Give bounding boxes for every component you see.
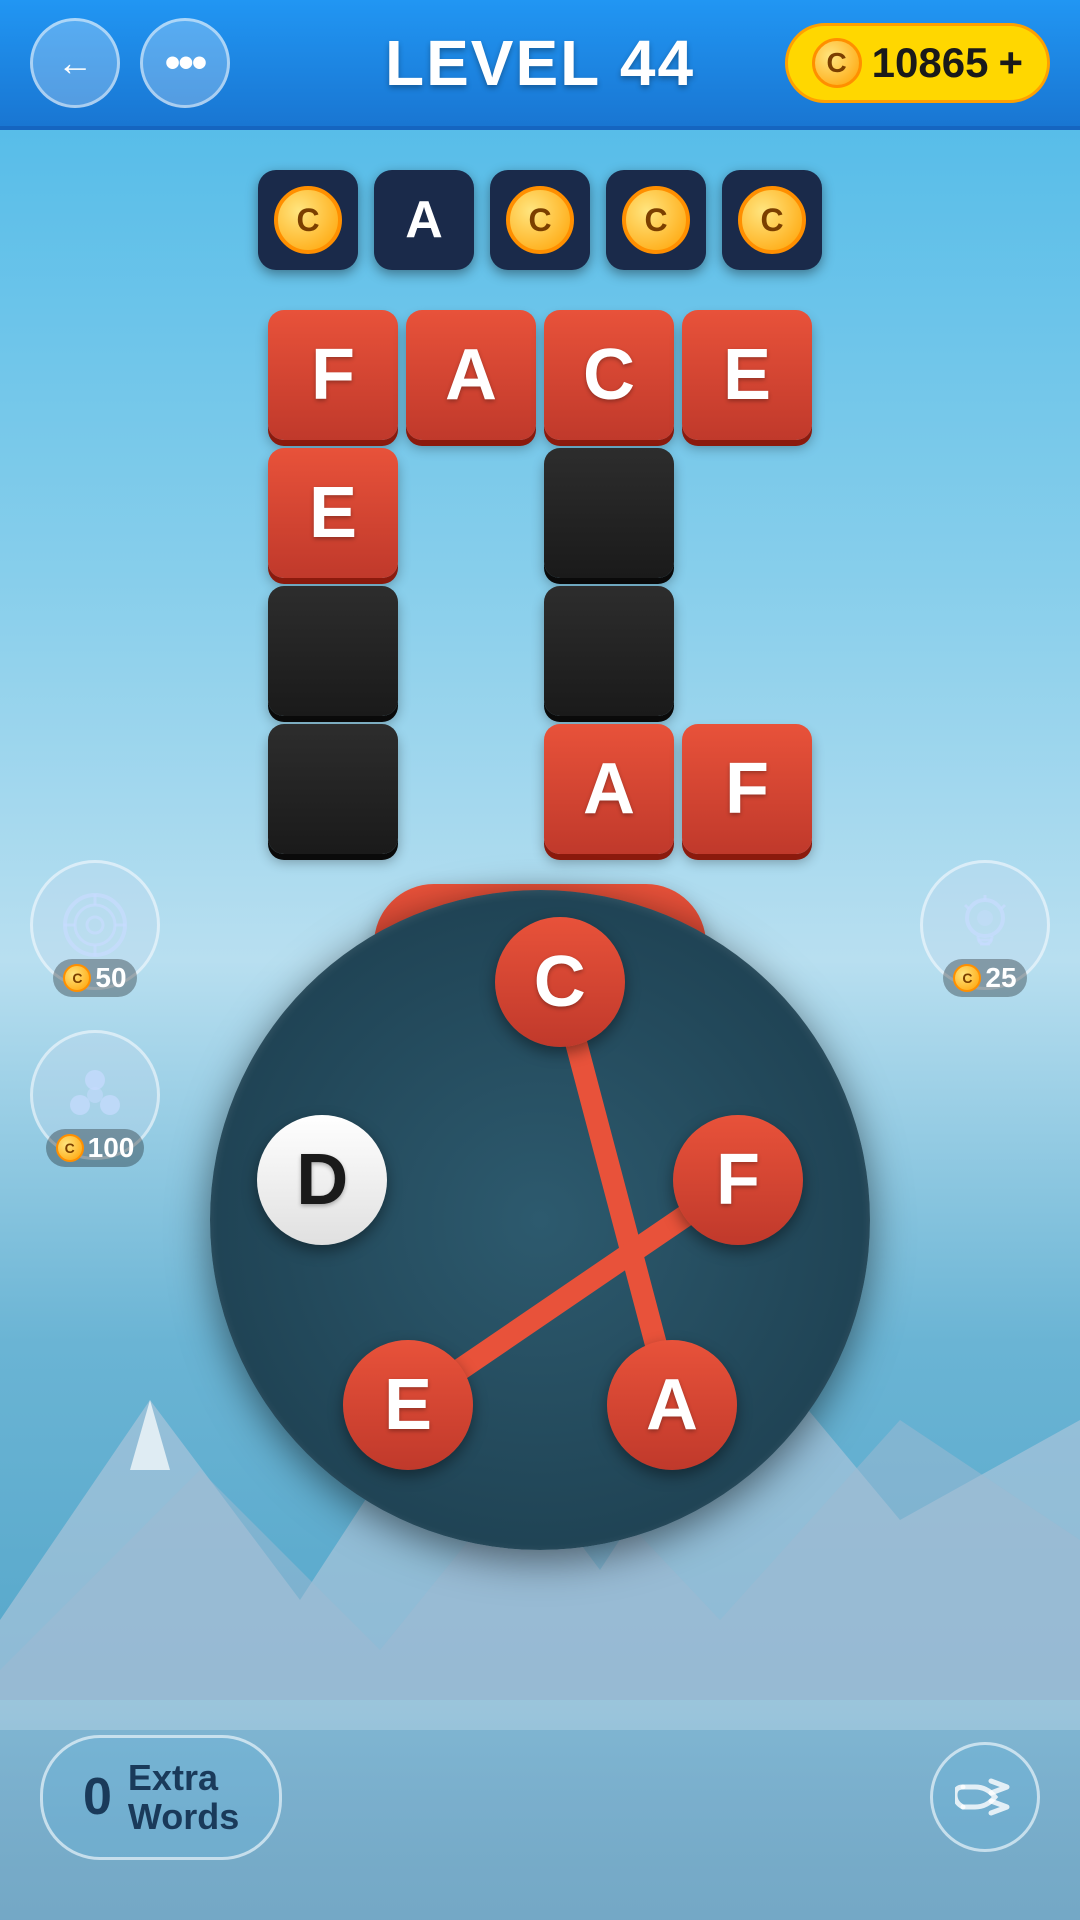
header: ← ••• LEVEL 44 C 10865 +	[0, 0, 1080, 130]
coin-icon: C	[812, 38, 862, 88]
header-left: ← •••	[30, 18, 230, 108]
target-cost: C 50	[53, 959, 136, 997]
letter-wheel: C F A E D	[210, 890, 870, 1550]
reward-tile-2: A	[374, 170, 474, 270]
menu-dots-icon: •••	[165, 38, 205, 88]
reward-coin-4: C	[738, 186, 806, 254]
cluster-coin-icon: C	[56, 1134, 84, 1162]
wheel-circle: C F A E D	[210, 890, 870, 1550]
target-icon	[60, 890, 130, 960]
bulb-cost: C 25	[943, 959, 1026, 997]
extra-words-button[interactable]: 0 ExtraWords	[40, 1735, 282, 1860]
reward-section: C A C C C	[0, 130, 1080, 290]
target-powerup-button[interactable]: C 50	[30, 860, 160, 990]
powerup-left: C 50 C 100	[30, 860, 160, 1160]
cell-3-1	[406, 724, 536, 854]
reward-tile-3: C	[490, 170, 590, 270]
cluster-cost: C 100	[46, 1129, 145, 1167]
cell-1-1	[406, 448, 536, 578]
cell-2-1	[406, 586, 536, 716]
reward-tile-4: C	[606, 170, 706, 270]
letter-node-c[interactable]: C	[495, 917, 625, 1047]
back-button[interactable]: ←	[30, 18, 120, 108]
cell-1-2	[544, 448, 674, 578]
cell-2-2	[544, 586, 674, 716]
coins-plus[interactable]: +	[998, 39, 1023, 87]
powerup-right: C 25	[920, 860, 1050, 990]
extra-words-label: ExtraWords	[128, 1758, 239, 1837]
cell-0-0: F	[268, 310, 398, 440]
cluster-icon	[60, 1060, 130, 1130]
bulb-cost-value: 25	[985, 962, 1016, 994]
coins-value: 10865	[872, 39, 989, 87]
grid-container: F A C E E A F	[268, 310, 812, 854]
shuffle-button[interactable]	[930, 1742, 1040, 1852]
reward-coin-3: C	[622, 186, 690, 254]
reward-coin-2: C	[506, 186, 574, 254]
cell-2-3	[682, 586, 812, 716]
bulb-powerup-button[interactable]: C 25	[920, 860, 1050, 990]
cell-0-2: C	[544, 310, 674, 440]
bottom-bar: 0 ExtraWords	[0, 1735, 1080, 1860]
reward-letter-a: A	[405, 190, 443, 250]
menu-button[interactable]: •••	[140, 18, 230, 108]
bulb-coin-icon: C	[953, 964, 981, 992]
letter-node-f[interactable]: F	[673, 1115, 803, 1245]
cluster-cost-value: 100	[88, 1132, 135, 1164]
level-title: LEVEL 44	[385, 26, 695, 100]
cell-3-2: A	[544, 724, 674, 854]
bulb-icon	[950, 890, 1020, 960]
letter-node-a[interactable]: A	[607, 1340, 737, 1470]
cluster-powerup-button[interactable]: C 100	[30, 1030, 160, 1160]
reward-tile-5: C	[722, 170, 822, 270]
cell-1-3	[682, 448, 812, 578]
letter-node-e[interactable]: E	[343, 1340, 473, 1470]
extra-words-count: 0	[83, 1767, 112, 1827]
shuffle-icon	[955, 1767, 1015, 1827]
crossword-grid: F A C E E A F	[0, 290, 1080, 874]
cell-3-3: F	[682, 724, 812, 854]
letter-node-d[interactable]: D	[257, 1115, 387, 1245]
reward-tile-1: C	[258, 170, 358, 270]
cell-1-0: E	[268, 448, 398, 578]
target-cost-value: 50	[95, 962, 126, 994]
reward-coin-1: C	[274, 186, 342, 254]
cell-0-3: E	[682, 310, 812, 440]
cell-3-0	[268, 724, 398, 854]
cell-2-0	[268, 586, 398, 716]
cost-coin-icon: C	[63, 964, 91, 992]
cell-0-1: A	[406, 310, 536, 440]
coins-display: C 10865 +	[785, 23, 1050, 103]
